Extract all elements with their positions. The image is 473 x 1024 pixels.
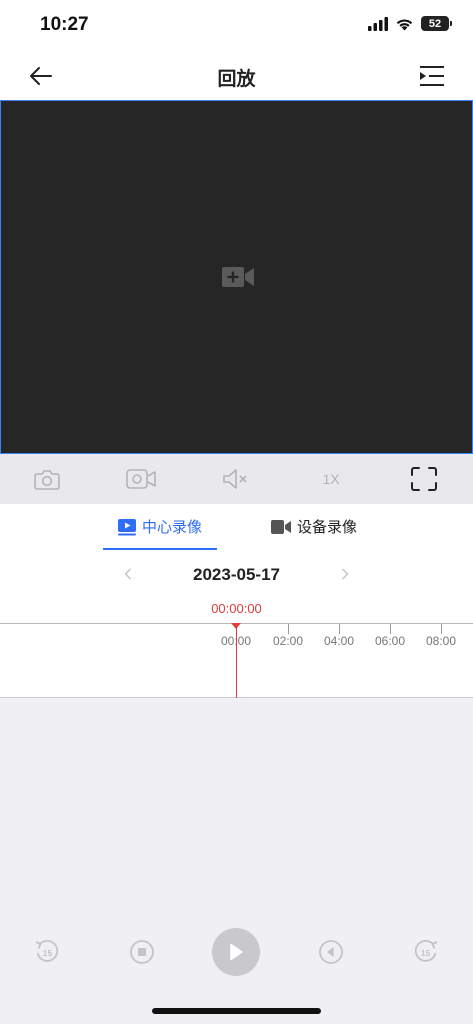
battery-indicator: 52 xyxy=(421,16,452,31)
next-date-button[interactable] xyxy=(337,565,353,583)
video-record-icon xyxy=(126,469,156,489)
svg-text:15: 15 xyxy=(43,948,53,958)
timeline-tick xyxy=(441,624,442,634)
chevron-right-icon xyxy=(341,568,349,580)
tab-device-recording[interactable]: 设备录像 xyxy=(271,516,357,537)
video-plus-icon[interactable] xyxy=(221,264,255,290)
tab-label: 设备录像 xyxy=(297,519,358,536)
fullscreen-icon xyxy=(411,467,437,491)
timeline-playhead[interactable] xyxy=(236,624,237,698)
timeline[interactable]: 00:00 02:00 04:00 06:00 08:00 xyxy=(0,623,473,698)
timeline-tick xyxy=(288,624,289,634)
status-bar: 10:27 52 xyxy=(0,0,473,52)
prev-frame-button[interactable] xyxy=(318,939,344,965)
timeline-tick-label: 06:00 xyxy=(374,634,406,648)
timeline-tick xyxy=(339,624,340,634)
camera-icon xyxy=(34,470,60,490)
speaker-mute-icon xyxy=(223,469,247,489)
cellular-signal-icon xyxy=(368,16,388,31)
record-source-tabs: 中心录像 设备录像 xyxy=(0,504,473,552)
tab-center-recording[interactable]: 中心录像 xyxy=(118,516,202,537)
list-indent-icon xyxy=(420,66,444,86)
current-time: 00:00:00 xyxy=(0,598,473,624)
status-icons: 52 xyxy=(368,16,452,31)
status-time: 10:27 xyxy=(40,14,89,35)
timeline-tick-label: 04:00 xyxy=(323,634,355,648)
timeline-tick-label: 02:00 xyxy=(272,634,304,648)
forward-15-icon: 15 xyxy=(414,939,438,962)
page-title: 回放 xyxy=(217,69,256,90)
rewind-button[interactable]: 15 xyxy=(33,938,61,966)
nav-bar: 回放 xyxy=(0,52,473,100)
play-button[interactable] xyxy=(212,928,260,976)
record-button[interactable] xyxy=(126,464,156,494)
timeline-playhead-marker xyxy=(231,623,241,629)
svg-text:15: 15 xyxy=(421,948,431,958)
player-controls: 1X xyxy=(0,454,473,504)
home-indicator[interactable] xyxy=(152,1008,321,1014)
stop-button[interactable] xyxy=(129,939,155,965)
stop-icon xyxy=(130,940,154,964)
timeline-tick-label: 08:00 xyxy=(425,634,457,648)
timeline-tick xyxy=(390,624,391,634)
speed-button[interactable]: 1X xyxy=(318,464,344,494)
fullscreen-button[interactable] xyxy=(410,464,438,494)
mute-button[interactable] xyxy=(222,464,250,494)
tab-active-indicator xyxy=(103,548,217,550)
prev-frame-icon xyxy=(319,940,343,964)
video-play-icon xyxy=(118,518,136,535)
play-icon xyxy=(230,943,243,961)
tab-label: 中心录像 xyxy=(142,519,203,536)
selected-date[interactable]: 2023-05-17 xyxy=(0,565,473,585)
video-camera-icon xyxy=(271,519,291,534)
playback-controls: 15 15 xyxy=(0,920,473,990)
wifi-icon xyxy=(396,18,413,30)
date-selector: 2023-05-17 xyxy=(0,552,473,598)
rewind-15-icon: 15 xyxy=(35,939,59,962)
snapshot-button[interactable] xyxy=(33,464,61,494)
playlist-button[interactable] xyxy=(417,62,447,90)
video-player[interactable] xyxy=(0,100,473,454)
forward-button[interactable]: 15 xyxy=(412,938,440,966)
